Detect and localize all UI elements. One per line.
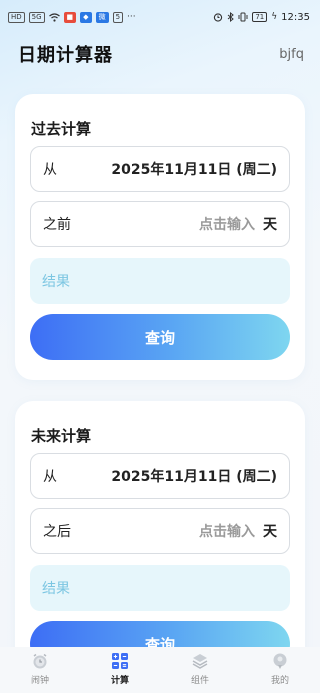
profile-icon bbox=[271, 652, 289, 670]
tab-widgets[interactable]: 组件 bbox=[170, 652, 230, 686]
past-from-label: 从 bbox=[43, 162, 57, 178]
shield-icon: ◆ bbox=[80, 11, 92, 23]
past-days-placeholder: 点击输入 bbox=[199, 217, 255, 233]
bottom-tab-bar: 闹钟 计算 组件 我的 bbox=[0, 647, 320, 693]
app-badge-count: 5 bbox=[112, 11, 124, 23]
future-days-input[interactable]: 之后 点击输入 天 bbox=[30, 508, 290, 554]
network-indicator: 5G bbox=[28, 11, 45, 23]
future-days-label: 之后 bbox=[43, 524, 71, 540]
future-from-date-field[interactable]: 从 2025年11月11日 (周二) bbox=[30, 453, 290, 499]
battery-icon: 71 bbox=[252, 12, 268, 22]
status-right: 71 ϟ 12:35 bbox=[213, 12, 310, 23]
past-query-button[interactable]: 查询 bbox=[30, 314, 290, 360]
layers-icon bbox=[191, 652, 209, 670]
status-left: HD 5G ■ ◆ 微 5 ··· bbox=[8, 11, 136, 23]
past-days-input[interactable]: 之前 点击输入 天 bbox=[30, 201, 290, 247]
tab-calculate[interactable]: 计算 bbox=[90, 652, 150, 686]
header-user-link[interactable]: bjfq bbox=[279, 47, 304, 62]
more-notifications-icon: ··· bbox=[127, 12, 136, 22]
tab-label: 闹钟 bbox=[30, 676, 49, 686]
past-card-title: 过去计算 bbox=[31, 120, 92, 138]
tab-label: 我的 bbox=[270, 676, 289, 686]
page-title: 日期计算器 bbox=[18, 45, 113, 66]
past-days-unit: 天 bbox=[263, 217, 277, 233]
app-header: 日期计算器 bjfq bbox=[0, 38, 320, 70]
future-days-placeholder: 点击输入 bbox=[199, 524, 255, 540]
grid-calculator-icon bbox=[111, 652, 129, 670]
past-result-label: 结果 bbox=[42, 274, 70, 290]
past-days-label: 之前 bbox=[43, 217, 71, 233]
future-from-date-value: 2025年11月11日 (周二) bbox=[111, 469, 277, 485]
charging-icon: ϟ bbox=[271, 12, 278, 22]
past-calculation-card: 过去计算 从 2025年11月11日 (周二) 之前 点击输入 天 结果 查询 bbox=[15, 94, 305, 380]
future-days-unit: 天 bbox=[263, 524, 277, 540]
past-from-date-value: 2025年11月11日 (周二) bbox=[111, 162, 277, 178]
clock-icon bbox=[31, 652, 49, 670]
future-card-title: 未来计算 bbox=[31, 427, 92, 445]
future-from-label: 从 bbox=[43, 469, 57, 485]
status-bar: HD 5G ■ ◆ 微 5 ··· 71 ϟ 12:35 bbox=[0, 0, 320, 34]
wifi-icon bbox=[48, 12, 60, 22]
tab-alarm[interactable]: 闹钟 bbox=[10, 652, 70, 686]
alarm-icon bbox=[214, 13, 223, 22]
tab-profile[interactable]: 我的 bbox=[250, 652, 310, 686]
app-badge-wechat: 微 bbox=[95, 11, 109, 23]
future-result-box: 结果 bbox=[30, 565, 290, 611]
tab-label: 组件 bbox=[190, 676, 209, 686]
hd-indicator: HD bbox=[8, 11, 25, 23]
vibrate-icon bbox=[238, 12, 248, 22]
bluetooth-icon bbox=[228, 12, 235, 22]
future-result-label: 结果 bbox=[42, 581, 70, 597]
tab-label: 计算 bbox=[110, 676, 129, 686]
app-notification-icon: ■ bbox=[63, 11, 77, 23]
past-result-box: 结果 bbox=[30, 258, 290, 304]
status-time: 12:35 bbox=[281, 11, 310, 23]
past-from-date-field[interactable]: 从 2025年11月11日 (周二) bbox=[30, 146, 290, 192]
